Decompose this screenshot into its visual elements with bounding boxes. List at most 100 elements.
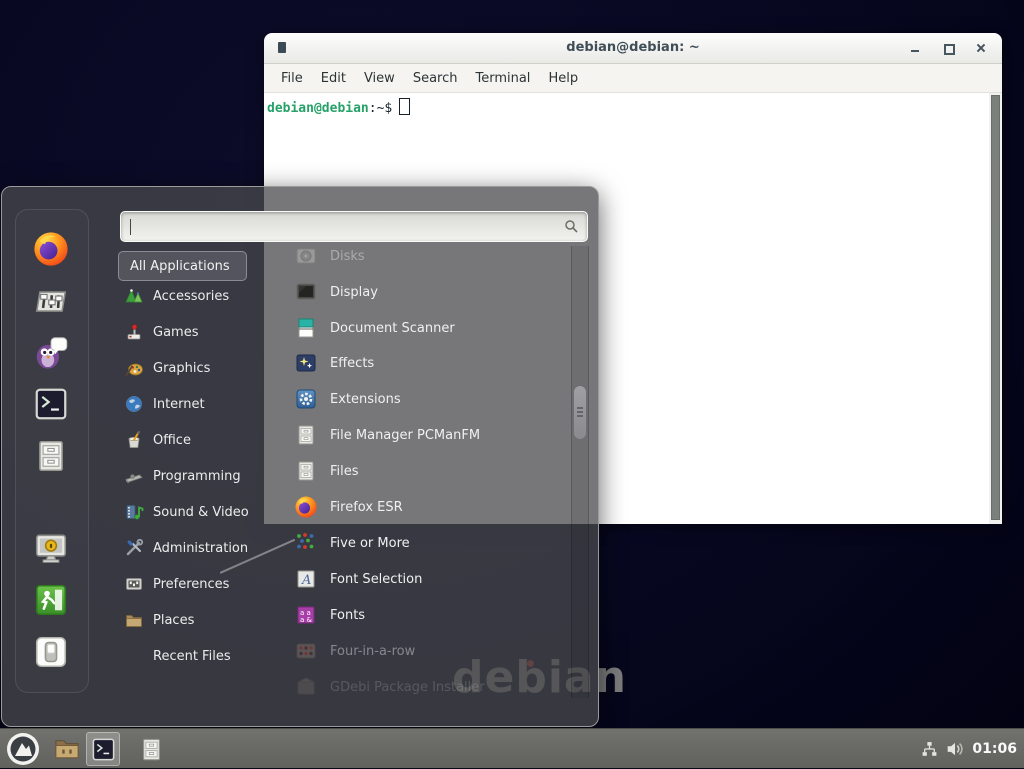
category-preferences[interactable]: Preferences	[120, 566, 264, 602]
terminal-launcher-active[interactable]	[86, 732, 120, 766]
scrollbar-grip	[577, 415, 583, 417]
category-places[interactable]: Places	[120, 602, 264, 638]
prompt-symbol: $	[384, 101, 392, 116]
app-files[interactable]: Files	[286, 453, 568, 489]
session-lock-screen[interactable]	[31, 528, 71, 568]
category-office[interactable]: Office	[120, 422, 264, 458]
app-document-scanner[interactable]: Document Scanner	[286, 310, 568, 346]
app-list-scrollbar[interactable]	[571, 246, 589, 698]
category-games[interactable]: Games	[120, 314, 264, 350]
app-disks[interactable]: Disks	[286, 238, 568, 274]
category-label: Administration	[153, 541, 248, 556]
category-label: Accessories	[153, 289, 229, 304]
svg-text:a &: a &	[300, 616, 313, 624]
file-cabinet-icon	[32, 437, 70, 475]
extensions-icon	[294, 387, 318, 411]
file-cabinet-icon	[294, 423, 318, 447]
app-five-or-more[interactable]: Five or More	[286, 525, 568, 561]
firefox-icon	[32, 230, 70, 268]
internet-globe-icon	[124, 394, 144, 414]
terminal-menubar: File Edit View Search Terminal Help	[264, 64, 1002, 93]
app-label: GDebi Package Installer	[330, 680, 485, 695]
menu-file[interactable]: File	[272, 68, 312, 89]
distro-menu-icon	[6, 732, 40, 766]
volume-icon[interactable]	[946, 740, 964, 758]
font-selection-icon: A	[294, 567, 318, 591]
category-label: Preferences	[153, 577, 229, 592]
minimize-icon	[911, 50, 919, 52]
terminal-cursor	[399, 98, 410, 115]
category-label: Games	[153, 325, 198, 340]
category-label: Internet	[153, 397, 205, 412]
office-icon	[124, 430, 144, 450]
pidgin-icon	[32, 333, 70, 371]
window-title: debian@debian: ~	[264, 40, 1002, 55]
app-list-scrollbar-thumb[interactable]	[573, 385, 587, 440]
menu-terminal[interactable]: Terminal	[466, 68, 539, 89]
shutdown-icon	[32, 633, 70, 671]
effects-icon	[294, 351, 318, 375]
scrollbar-grip	[577, 411, 583, 413]
app-display[interactable]: Display	[286, 274, 568, 310]
network-icon[interactable]	[921, 741, 938, 758]
graphics-icon	[124, 358, 144, 378]
clock[interactable]: 01:06	[972, 741, 1017, 757]
session-shutdown[interactable]	[31, 632, 71, 672]
sound-video-icon	[124, 502, 144, 522]
maximize-button[interactable]	[941, 41, 955, 55]
session-logout[interactable]	[31, 580, 71, 620]
minimize-button[interactable]	[908, 41, 922, 55]
category-graphics[interactable]: Graphics	[120, 350, 264, 386]
favorite-terminal[interactable]	[31, 384, 71, 424]
files-launcher[interactable]	[50, 732, 84, 766]
terminal-scrollbar-thumb[interactable]	[991, 95, 1000, 520]
favorite-file-manager[interactable]	[31, 436, 71, 476]
disks-icon	[294, 244, 318, 268]
svg-text:A: A	[301, 573, 311, 588]
terminal-scrollbar[interactable]	[989, 93, 1002, 524]
favorite-firefox[interactable]	[31, 229, 71, 269]
app-font-selection[interactable]: A Font Selection	[286, 561, 568, 597]
file-manager-launcher[interactable]	[134, 732, 168, 766]
app-label: Firefox ESR	[330, 500, 403, 515]
category-internet[interactable]: Internet	[120, 386, 264, 422]
menu-view[interactable]: View	[355, 68, 404, 89]
category-label: Places	[153, 613, 194, 628]
app-label: Five or More	[330, 536, 410, 551]
taskbar: 01:06	[0, 728, 1024, 768]
terminal-titlebar[interactable]: debian@debian: ~	[264, 33, 1002, 64]
category-label: Sound & Video	[153, 505, 249, 520]
menu-button[interactable]	[6, 732, 40, 766]
category-programming[interactable]: Programming	[120, 458, 264, 494]
filter-all-applications[interactable]: All Applications	[118, 251, 247, 281]
search-icon	[564, 219, 579, 234]
category-sound-video[interactable]: Sound & Video	[120, 494, 264, 530]
app-fonts[interactable]: a a a & Fonts	[286, 597, 568, 633]
category-label: Recent Files	[153, 649, 231, 664]
app-effects[interactable]: Effects	[286, 345, 568, 381]
app-label: Display	[330, 285, 378, 300]
fonts-icon: a a a &	[294, 603, 318, 627]
prompt-separator: :	[369, 101, 377, 116]
category-label: Graphics	[153, 361, 210, 376]
app-four-in-a-row[interactable]: Four-in-a-row	[286, 633, 568, 669]
app-label: Disks	[330, 249, 365, 264]
prompt-user-host: debian@debian	[267, 101, 369, 116]
category-recent-files[interactable]: Recent Files	[120, 638, 264, 674]
menu-edit[interactable]: Edit	[312, 68, 355, 89]
close-button[interactable]	[974, 41, 988, 55]
display-icon	[294, 280, 318, 304]
category-label: Office	[153, 433, 191, 448]
app-file-manager-pcmanfm[interactable]: File Manager PCManFM	[286, 417, 568, 453]
favorite-sound-mixer[interactable]	[31, 280, 71, 320]
menu-search[interactable]: Search	[404, 68, 467, 89]
favorite-pidgin[interactable]	[31, 332, 71, 372]
app-firefox-esr[interactable]: Firefox ESR	[286, 489, 568, 525]
app-gdebi-package-installer[interactable]: GDebi Package Installer	[286, 669, 568, 705]
app-label: Four-in-a-row	[330, 644, 415, 659]
app-extensions[interactable]: Extensions	[286, 381, 568, 417]
menu-help[interactable]: Help	[539, 68, 587, 89]
category-accessories[interactable]: Accessories	[120, 278, 264, 314]
accessories-icon	[124, 286, 144, 306]
search-input[interactable]	[129, 216, 563, 239]
